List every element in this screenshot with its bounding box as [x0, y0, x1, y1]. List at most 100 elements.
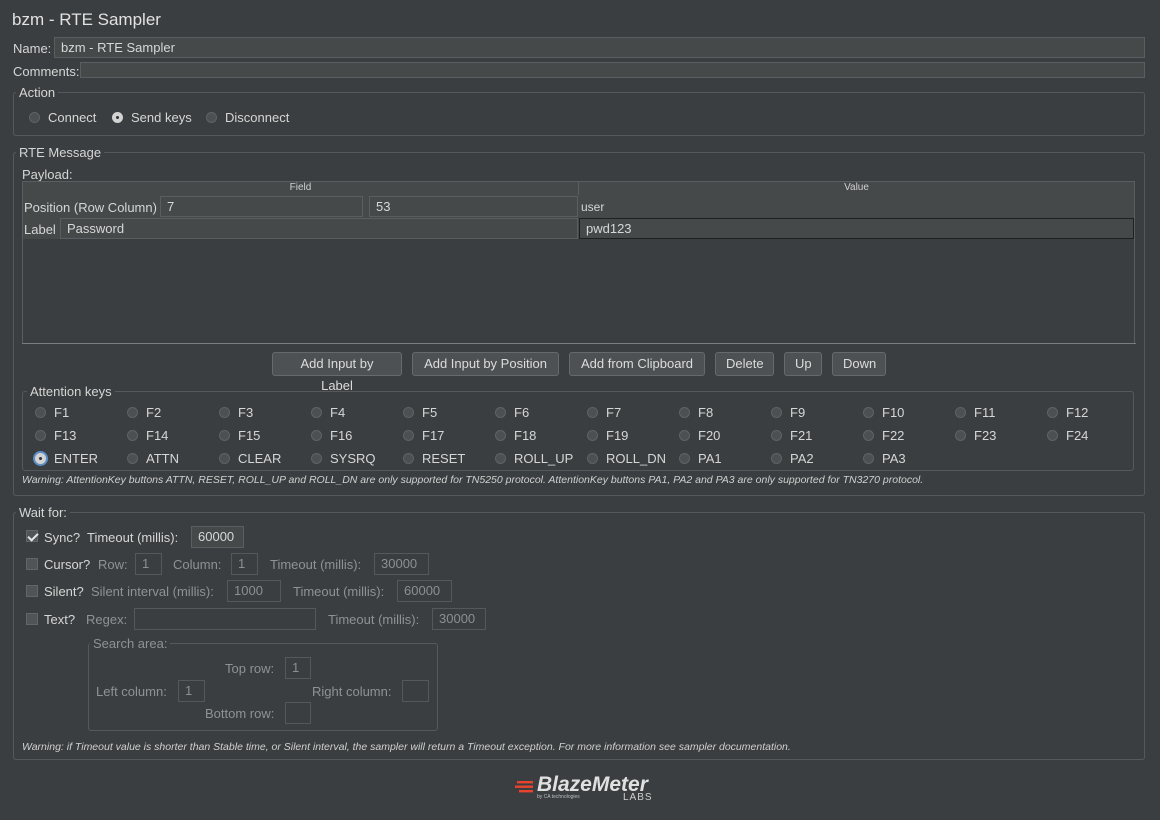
attention-key-f4-label[interactable]: F4: [330, 405, 345, 420]
text-timeout-input[interactable]: 30000: [432, 608, 486, 630]
text-checkbox[interactable]: [26, 613, 38, 625]
attention-key-f14-radio[interactable]: [127, 430, 138, 441]
right-column-input[interactable]: [402, 680, 429, 702]
attention-key-f10-radio[interactable]: [863, 407, 874, 418]
attention-key-roll-dn-radio[interactable]: [587, 453, 598, 464]
cursor-timeout-input[interactable]: 30000: [374, 553, 429, 575]
attention-key-reset-label[interactable]: RESET: [422, 451, 465, 466]
top-row-input[interactable]: 1: [285, 657, 311, 679]
attention-key-f19-radio[interactable]: [587, 430, 598, 441]
attention-key-f5-radio[interactable]: [403, 407, 414, 418]
silent-interval-input[interactable]: 1000: [227, 580, 281, 602]
value-cell[interactable]: user: [581, 200, 604, 214]
attention-key-f16-radio[interactable]: [311, 430, 322, 441]
attention-key-f20-label[interactable]: F20: [698, 428, 720, 443]
attention-key-f7-label[interactable]: F7: [606, 405, 621, 420]
attention-key-pa2-radio[interactable]: [771, 453, 782, 464]
down-button[interactable]: Down: [832, 352, 886, 376]
attention-key-f1-label[interactable]: F1: [54, 405, 69, 420]
attention-key-roll-dn-label[interactable]: ROLL_DN: [606, 451, 666, 466]
attention-key-attn-label[interactable]: ATTN: [146, 451, 179, 466]
cursor-label[interactable]: Cursor?: [44, 557, 90, 572]
attention-key-f22-label[interactable]: F22: [882, 428, 904, 443]
attention-key-clear-radio[interactable]: [219, 453, 230, 464]
attention-key-f2-radio[interactable]: [127, 407, 138, 418]
attention-key-f21-label[interactable]: F21: [790, 428, 812, 443]
attention-key-f3-radio[interactable]: [219, 407, 230, 418]
value-column-header[interactable]: Value: [579, 182, 1134, 195]
attention-key-pa2-label[interactable]: PA2: [790, 451, 814, 466]
text-label[interactable]: Text?: [44, 612, 75, 627]
add-input-by-position-button[interactable]: Add Input by Position: [412, 352, 559, 376]
attention-key-roll-up-label[interactable]: ROLL_UP: [514, 451, 573, 466]
attention-key-f8-radio[interactable]: [679, 407, 690, 418]
attention-key-f6-radio[interactable]: [495, 407, 506, 418]
attention-key-pa1-label[interactable]: PA1: [698, 451, 722, 466]
attention-key-reset-radio[interactable]: [403, 453, 414, 464]
disconnect-radio[interactable]: [206, 112, 217, 123]
attention-key-f12-radio[interactable]: [1047, 407, 1058, 418]
attention-key-sysrq-radio[interactable]: [311, 453, 322, 464]
attention-key-f1-radio[interactable]: [35, 407, 46, 418]
attention-key-f14-label[interactable]: F14: [146, 428, 168, 443]
attention-key-f13-label[interactable]: F13: [54, 428, 76, 443]
send-keys-label[interactable]: Send keys: [131, 110, 192, 125]
row-input[interactable]: 7: [160, 196, 363, 217]
silent-timeout-input[interactable]: 60000: [397, 580, 452, 602]
label-input[interactable]: Password: [60, 218, 578, 239]
send-keys-radio[interactable]: [112, 112, 123, 123]
value-edit-input[interactable]: pwd123: [579, 218, 1134, 239]
attention-key-f22-radio[interactable]: [863, 430, 874, 441]
attention-key-f11-label[interactable]: F11: [974, 405, 995, 420]
attention-key-clear-label[interactable]: CLEAR: [238, 451, 281, 466]
attention-key-pa3-radio[interactable]: [863, 453, 874, 464]
attention-key-sysrq-label[interactable]: SYSRQ: [330, 451, 376, 466]
attention-key-f16-label[interactable]: F16: [330, 428, 352, 443]
attention-key-f4-radio[interactable]: [311, 407, 322, 418]
add-input-by-label-button[interactable]: Add Input by Label: [272, 352, 402, 393]
attention-key-f6-label[interactable]: F6: [514, 405, 529, 420]
attention-key-f10-label[interactable]: F10: [882, 405, 904, 420]
attention-key-f3-label[interactable]: F3: [238, 405, 253, 420]
attention-key-f23-radio[interactable]: [955, 430, 966, 441]
left-column-input[interactable]: 1: [178, 680, 205, 702]
attention-key-f23-label[interactable]: F23: [974, 428, 996, 443]
attention-key-attn-radio[interactable]: [127, 453, 138, 464]
attention-key-enter-label[interactable]: ENTER: [54, 451, 98, 466]
attention-key-f17-label[interactable]: F17: [422, 428, 444, 443]
add-from-clipboard-button[interactable]: Add from Clipboard: [569, 352, 705, 376]
silent-checkbox[interactable]: [26, 585, 38, 597]
attention-key-f15-radio[interactable]: [219, 430, 230, 441]
connect-radio[interactable]: [29, 112, 40, 123]
up-button[interactable]: Up: [784, 352, 822, 376]
disconnect-label[interactable]: Disconnect: [225, 110, 289, 125]
attention-key-f9-label[interactable]: F9: [790, 405, 805, 420]
attention-key-f17-radio[interactable]: [403, 430, 414, 441]
cursor-column-input[interactable]: 1: [231, 553, 258, 575]
attention-key-f7-radio[interactable]: [587, 407, 598, 418]
attention-key-f21-radio[interactable]: [771, 430, 782, 441]
attention-key-roll-up-radio[interactable]: [495, 453, 506, 464]
attention-key-f20-radio[interactable]: [679, 430, 690, 441]
comments-field[interactable]: [80, 62, 1145, 78]
sync-label[interactable]: Sync?: [44, 530, 80, 545]
sync-timeout-input[interactable]: 60000: [191, 526, 244, 548]
attention-key-f19-label[interactable]: F19: [606, 428, 628, 443]
delete-button[interactable]: Delete: [715, 352, 774, 376]
column-input[interactable]: 53: [369, 196, 578, 217]
attention-key-f15-label[interactable]: F15: [238, 428, 260, 443]
attention-key-f24-label[interactable]: F24: [1066, 428, 1088, 443]
attention-key-pa1-radio[interactable]: [679, 453, 690, 464]
field-column-header[interactable]: Field: [23, 182, 579, 195]
name-field[interactable]: bzm - RTE Sampler: [54, 37, 1145, 58]
connect-label[interactable]: Connect: [48, 110, 96, 125]
attention-key-f8-label[interactable]: F8: [698, 405, 713, 420]
attention-key-enter-radio[interactable]: [35, 453, 46, 464]
attention-key-f13-radio[interactable]: [35, 430, 46, 441]
attention-key-f11-radio[interactable]: [955, 407, 966, 418]
regex-input[interactable]: [134, 608, 316, 630]
cursor-checkbox[interactable]: [26, 558, 38, 570]
attention-key-f24-radio[interactable]: [1047, 430, 1058, 441]
silent-label[interactable]: Silent?: [44, 584, 84, 599]
attention-key-pa3-label[interactable]: PA3: [882, 451, 906, 466]
